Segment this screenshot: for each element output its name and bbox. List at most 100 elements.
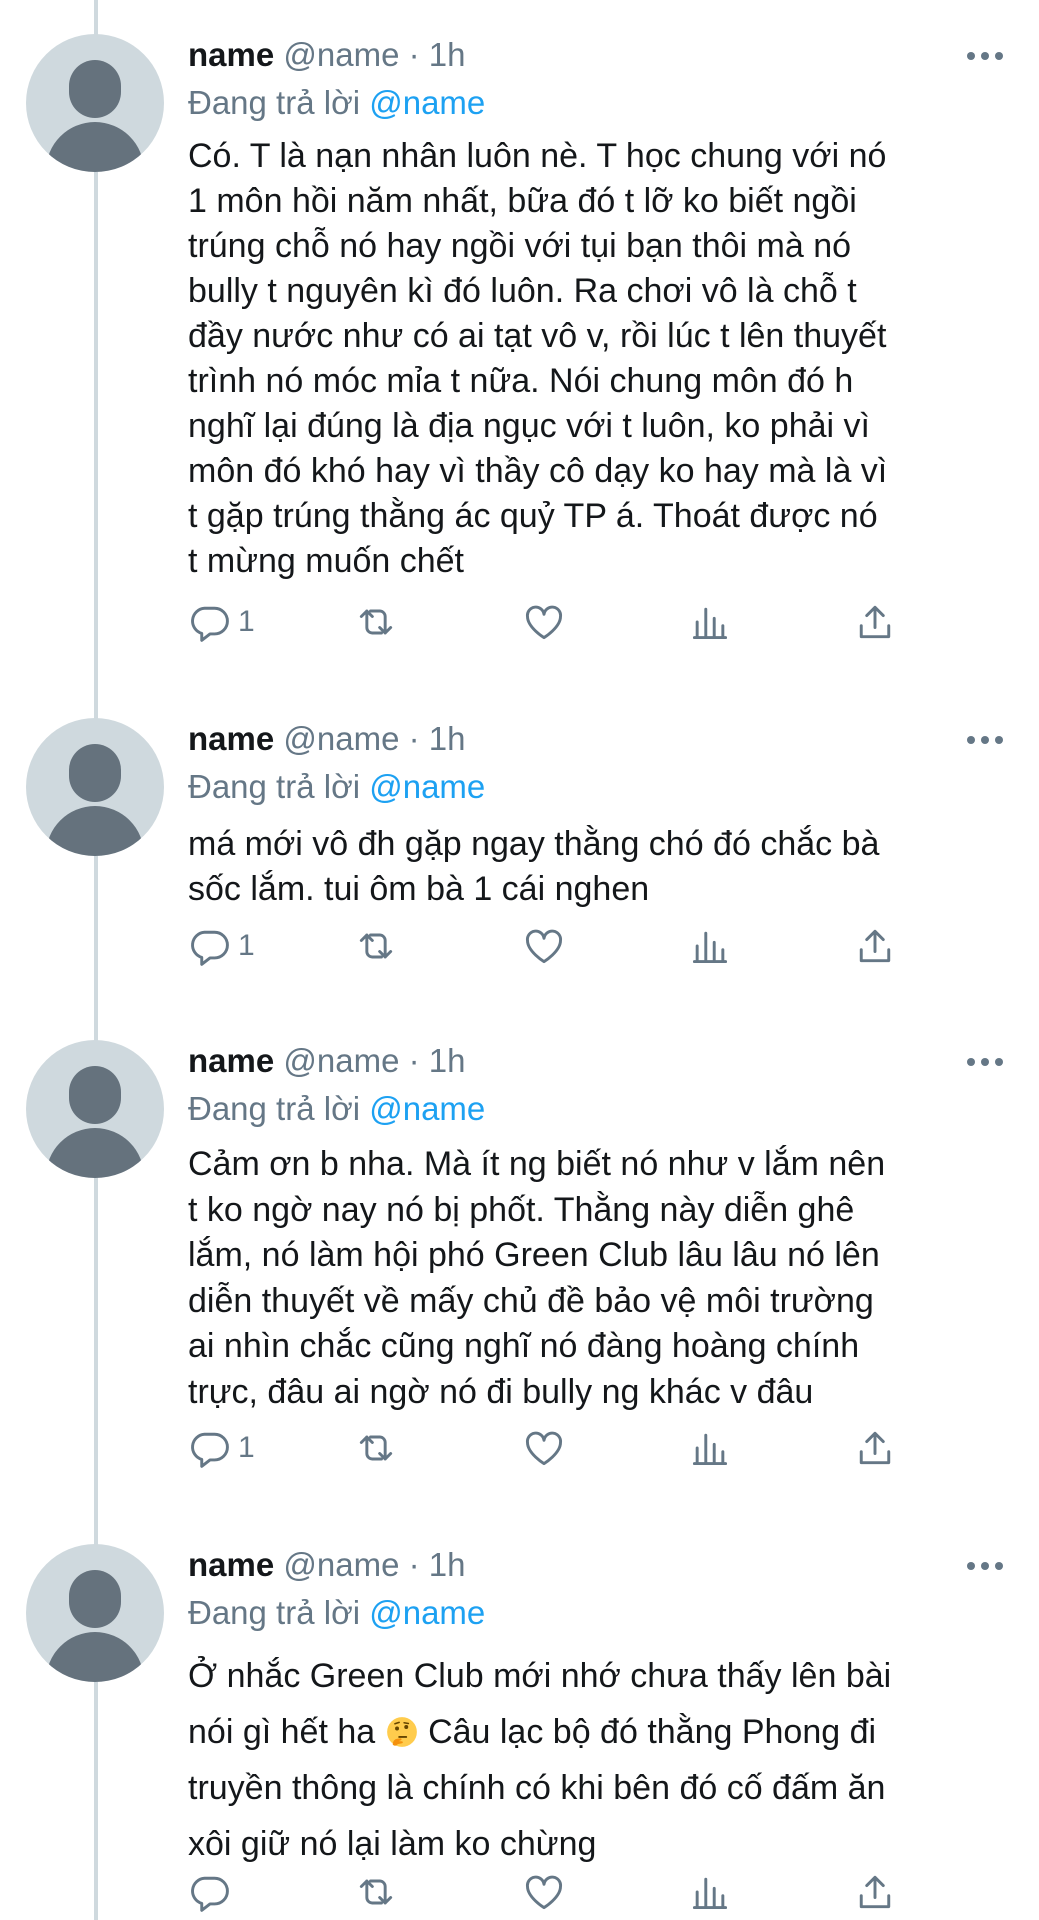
tweet-text-line: truyền thông là chính có khi bên đó cố đ… [188,1760,1008,1816]
share-button[interactable] [853,597,897,647]
avatar-body-shape [46,122,144,172]
tweet-text-line: trúng chỗ nó hay ngồi với tụi bạn thôi m… [188,224,1008,269]
tweet-text-line: nói gì hết ha Câu lạc bộ đó thằng Phong … [188,1704,1008,1760]
like-button[interactable] [522,1423,566,1473]
handle[interactable]: @name [283,1546,399,1583]
more-icon[interactable] [967,736,1003,746]
avatar[interactable] [26,1040,164,1178]
tweet-text-segment: 1 môn hồi năm nhất, bữa đó t lỡ ko biết … [188,182,857,220]
analytics-icon [692,931,728,964]
avatar-head-shape [69,60,121,118]
retweet-button[interactable] [354,921,398,971]
avatar[interactable] [26,1544,164,1682]
share-button[interactable] [853,1867,897,1917]
reply-count: 1 [238,1431,255,1464]
avatar-head-shape [69,744,121,802]
avatar-body-shape [46,1632,144,1682]
replying-mention-link[interactable]: @name [369,84,485,121]
replying-mention-link[interactable]: @name [369,768,485,805]
tweet-actions: 1 [188,921,918,971]
handle[interactable]: @name [283,1042,399,1079]
tweet-text-line: lắm, nó làm hội phó Green Club lâu lâu n… [188,1233,1008,1279]
tweet-text: Cảm ơn b nha. Mà ít ng biết nó như v lắm… [188,1142,1008,1415]
analytics-icon [692,1877,728,1910]
tweet-text-line: môn đó khó hay vì thầy cô dạy ko hay mà … [188,449,1008,494]
analytics-icon [692,1433,728,1466]
reply-button[interactable]: 1 [188,1423,255,1473]
retweet-icon [359,1879,393,1905]
share-icon [859,1431,891,1465]
tweet-text-line: sốc lắm. tui ôm bà 1 cái nghen [188,867,1008,912]
like-icon [526,1875,562,1910]
more-icon[interactable] [967,52,1003,62]
display-name[interactable]: name [188,1042,274,1079]
replying-mention-link[interactable]: @name [369,1594,485,1631]
more-icon[interactable] [967,1058,1003,1068]
timestamp[interactable]: 1h [429,720,466,757]
retweet-button[interactable] [354,597,398,647]
reply-icon [191,1876,229,1912]
tweet-text-line: má mới vô đh gặp ngay thằng chó đó chắc … [188,822,1008,867]
avatar-head-shape [69,1570,121,1628]
timestamp[interactable]: 1h [429,1042,466,1079]
tweet-text-segment: bully t nguyên kì đó luôn. Ra chơi vô là… [188,272,857,310]
tweet-text-segment: trúng chỗ nó hay ngồi với tụi bạn thôi m… [188,227,852,265]
tweet-actions: 1 [188,597,918,647]
replying-to: Đang trả lời @name [188,84,485,122]
tweet-text-line: nghĩ lại đúng là địa ngục với t luôn, ko… [188,404,1008,449]
tweet-text-line: Ở nhắc Green Club mới nhớ chưa thấy lên … [188,1648,1008,1704]
tweet-text-segment: trình nó móc mỉa t nữa. Nói chung môn đó… [188,362,854,400]
reply-button[interactable]: 1 [188,597,255,647]
reply-button[interactable] [188,1867,238,1917]
timestamp[interactable]: 1h [429,1546,466,1583]
like-button[interactable] [522,1867,566,1917]
like-button[interactable] [522,921,566,971]
tweet-text-segment: má mới vô đh gặp ngay thằng chó đó chắc … [188,825,880,863]
like-icon [526,605,562,640]
replying-prefix: Đang trả lời [188,1090,361,1127]
separator: · [408,36,420,73]
replying-mention-link[interactable]: @name [369,1090,485,1127]
like-button[interactable] [522,597,566,647]
share-button[interactable] [853,921,897,971]
tweet-text-segment: nghĩ lại đúng là địa ngục với t luôn, ko… [188,407,870,445]
reply-button[interactable]: 1 [188,921,255,971]
avatar[interactable] [26,34,164,172]
tweet-text-line: trực, đâu ai ngờ nó đi bully ng khác v đ… [188,1370,1008,1416]
tweet-text-segment: truyền thông là chính có khi bên đó cố đ… [188,1769,886,1807]
tweet-text-segment: t gặp trúng thằng ác quỷ TP á. Thoát đượ… [188,497,878,535]
handle[interactable]: @name [283,720,399,757]
retweet-button[interactable] [354,1867,398,1917]
tweet-text-segment: Ở nhắc Green Club mới nhớ chưa thấy lên … [188,1657,892,1695]
tweet-text-line: t ko ngờ nay nó bị phốt. Thằng này diễn … [188,1188,1008,1234]
display-name[interactable]: name [188,1546,274,1583]
replying-to: Đang trả lời @name [188,1090,485,1128]
analytics-button[interactable] [688,921,732,971]
reply-count: 1 [238,605,255,638]
timestamp[interactable]: 1h [429,36,466,73]
tweet-text-segment: Câu lạc bộ đó thằng Phong đi [428,1713,877,1751]
handle[interactable]: @name [283,36,399,73]
more-icon[interactable] [967,1562,1003,1572]
tweet-header: name @name · 1h [188,1042,466,1080]
tweet-actions [188,1867,918,1917]
avatar-head-shape [69,1066,121,1124]
display-name[interactable]: name [188,36,274,73]
share-icon [859,1875,891,1909]
analytics-button[interactable] [688,1867,732,1917]
analytics-button[interactable] [688,1423,732,1473]
tweet-text-line: ai nhìn chắc cũng nghĩ nó đàng hoàng chí… [188,1324,1008,1370]
analytics-button[interactable] [688,597,732,647]
tweet-header: name @name · 1h [188,1546,466,1584]
tweet-text-segment: sốc lắm. tui ôm bà 1 cái nghen [188,870,650,908]
share-button[interactable] [853,1423,897,1473]
display-name[interactable]: name [188,720,274,757]
replying-to: Đang trả lời @name [188,768,485,806]
tweet-text-segment: nói gì hết ha [188,1713,376,1751]
avatar[interactable] [26,718,164,856]
tweet-text-line: xôi giữ nó lại làm ko chừng [188,1816,1008,1872]
tweet-text-line: t mừng muốn chết [188,539,1008,584]
tweet-text-segment: môn đó khó hay vì thầy cô dạy ko hay mà … [188,452,888,490]
reply-icon [191,930,229,966]
retweet-button[interactable] [354,1423,398,1473]
